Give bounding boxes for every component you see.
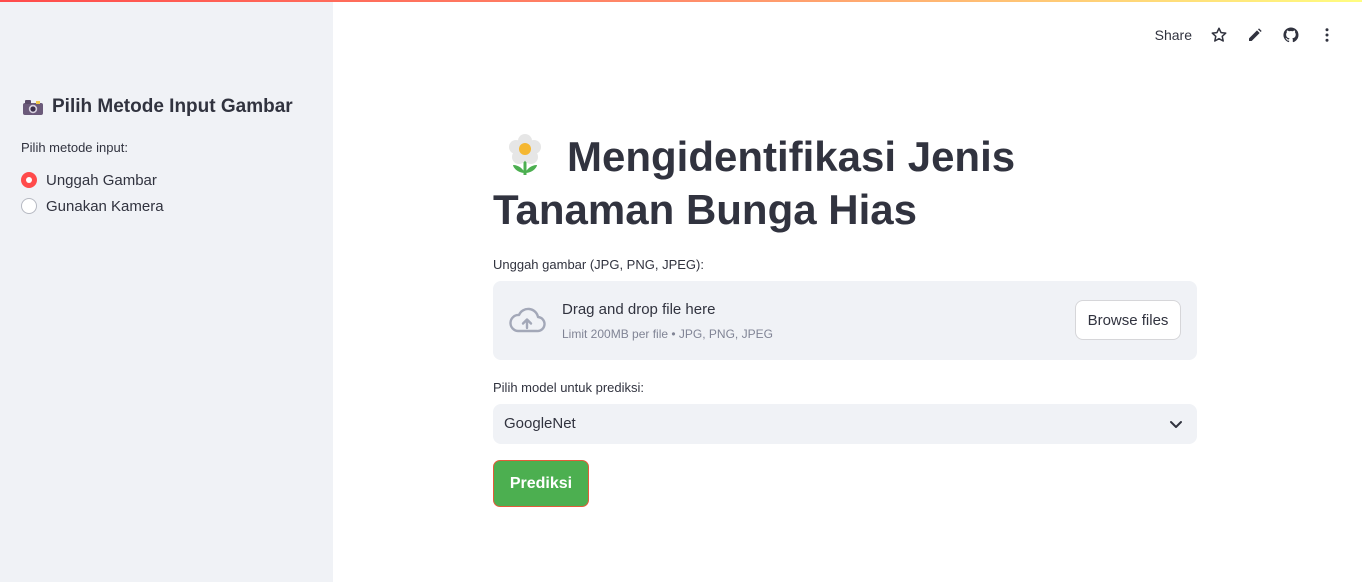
- radio-option-label: Unggah Gambar: [46, 171, 157, 189]
- github-icon[interactable]: [1282, 26, 1300, 44]
- model-select-value: GoogleNet: [504, 415, 576, 432]
- cloud-upload-icon: [509, 307, 546, 333]
- uploader-label: Unggah gambar (JPG, PNG, JPEG):: [493, 257, 704, 272]
- radio-option-label: Gunakan Kamera: [46, 197, 164, 215]
- radio-unselected-indicator[interactable]: [21, 198, 37, 214]
- star-icon[interactable]: [1210, 26, 1228, 44]
- camera-icon: [23, 100, 43, 115]
- browse-files-button[interactable]: Browse files: [1075, 300, 1181, 340]
- model-select-label: Pilih model untuk prediksi:: [493, 380, 645, 395]
- upload-instruction: Drag and drop file here: [562, 301, 716, 318]
- upload-limit-text: Limit 200MB per file • JPG, PNG, JPEG: [562, 327, 773, 341]
- top-decoration-bar: [0, 0, 1362, 2]
- page-title: Mengidentifikasi Jenis Tanaman Bunga Hia…: [493, 130, 1197, 236]
- sidebar-title-text: Pilih Metode Input Gambar: [52, 96, 293, 117]
- flower-icon: [509, 134, 541, 175]
- sidebar-title: Pilih Metode Input Gambar: [22, 96, 293, 118]
- file-uploader-dropzone[interactable]: Drag and drop file here Limit 200MB per …: [493, 281, 1197, 360]
- sidebar: Pilih Metode Input Gambar Pilih metode i…: [0, 0, 333, 582]
- share-button[interactable]: Share: [1155, 27, 1192, 43]
- app-toolbar: Share: [1155, 22, 1336, 48]
- input-method-radio-group: Unggah Gambar Gunakan Kamera: [21, 167, 164, 219]
- radio-group-label: Pilih metode input:: [21, 140, 128, 155]
- predict-button[interactable]: Prediksi: [493, 460, 589, 507]
- page-title-text: Mengidentifikasi Jenis Tanaman Bunga Hia…: [493, 133, 1016, 233]
- more-vertical-icon[interactable]: [1318, 26, 1336, 44]
- radio-option-unggah-gambar[interactable]: Unggah Gambar: [21, 167, 164, 193]
- model-select[interactable]: GoogleNet: [493, 404, 1197, 444]
- chevron-down-icon: [1170, 421, 1182, 428]
- radio-option-gunakan-kamera[interactable]: Gunakan Kamera: [21, 193, 164, 219]
- radio-selected-indicator[interactable]: [21, 172, 37, 188]
- pencil-icon[interactable]: [1246, 26, 1264, 44]
